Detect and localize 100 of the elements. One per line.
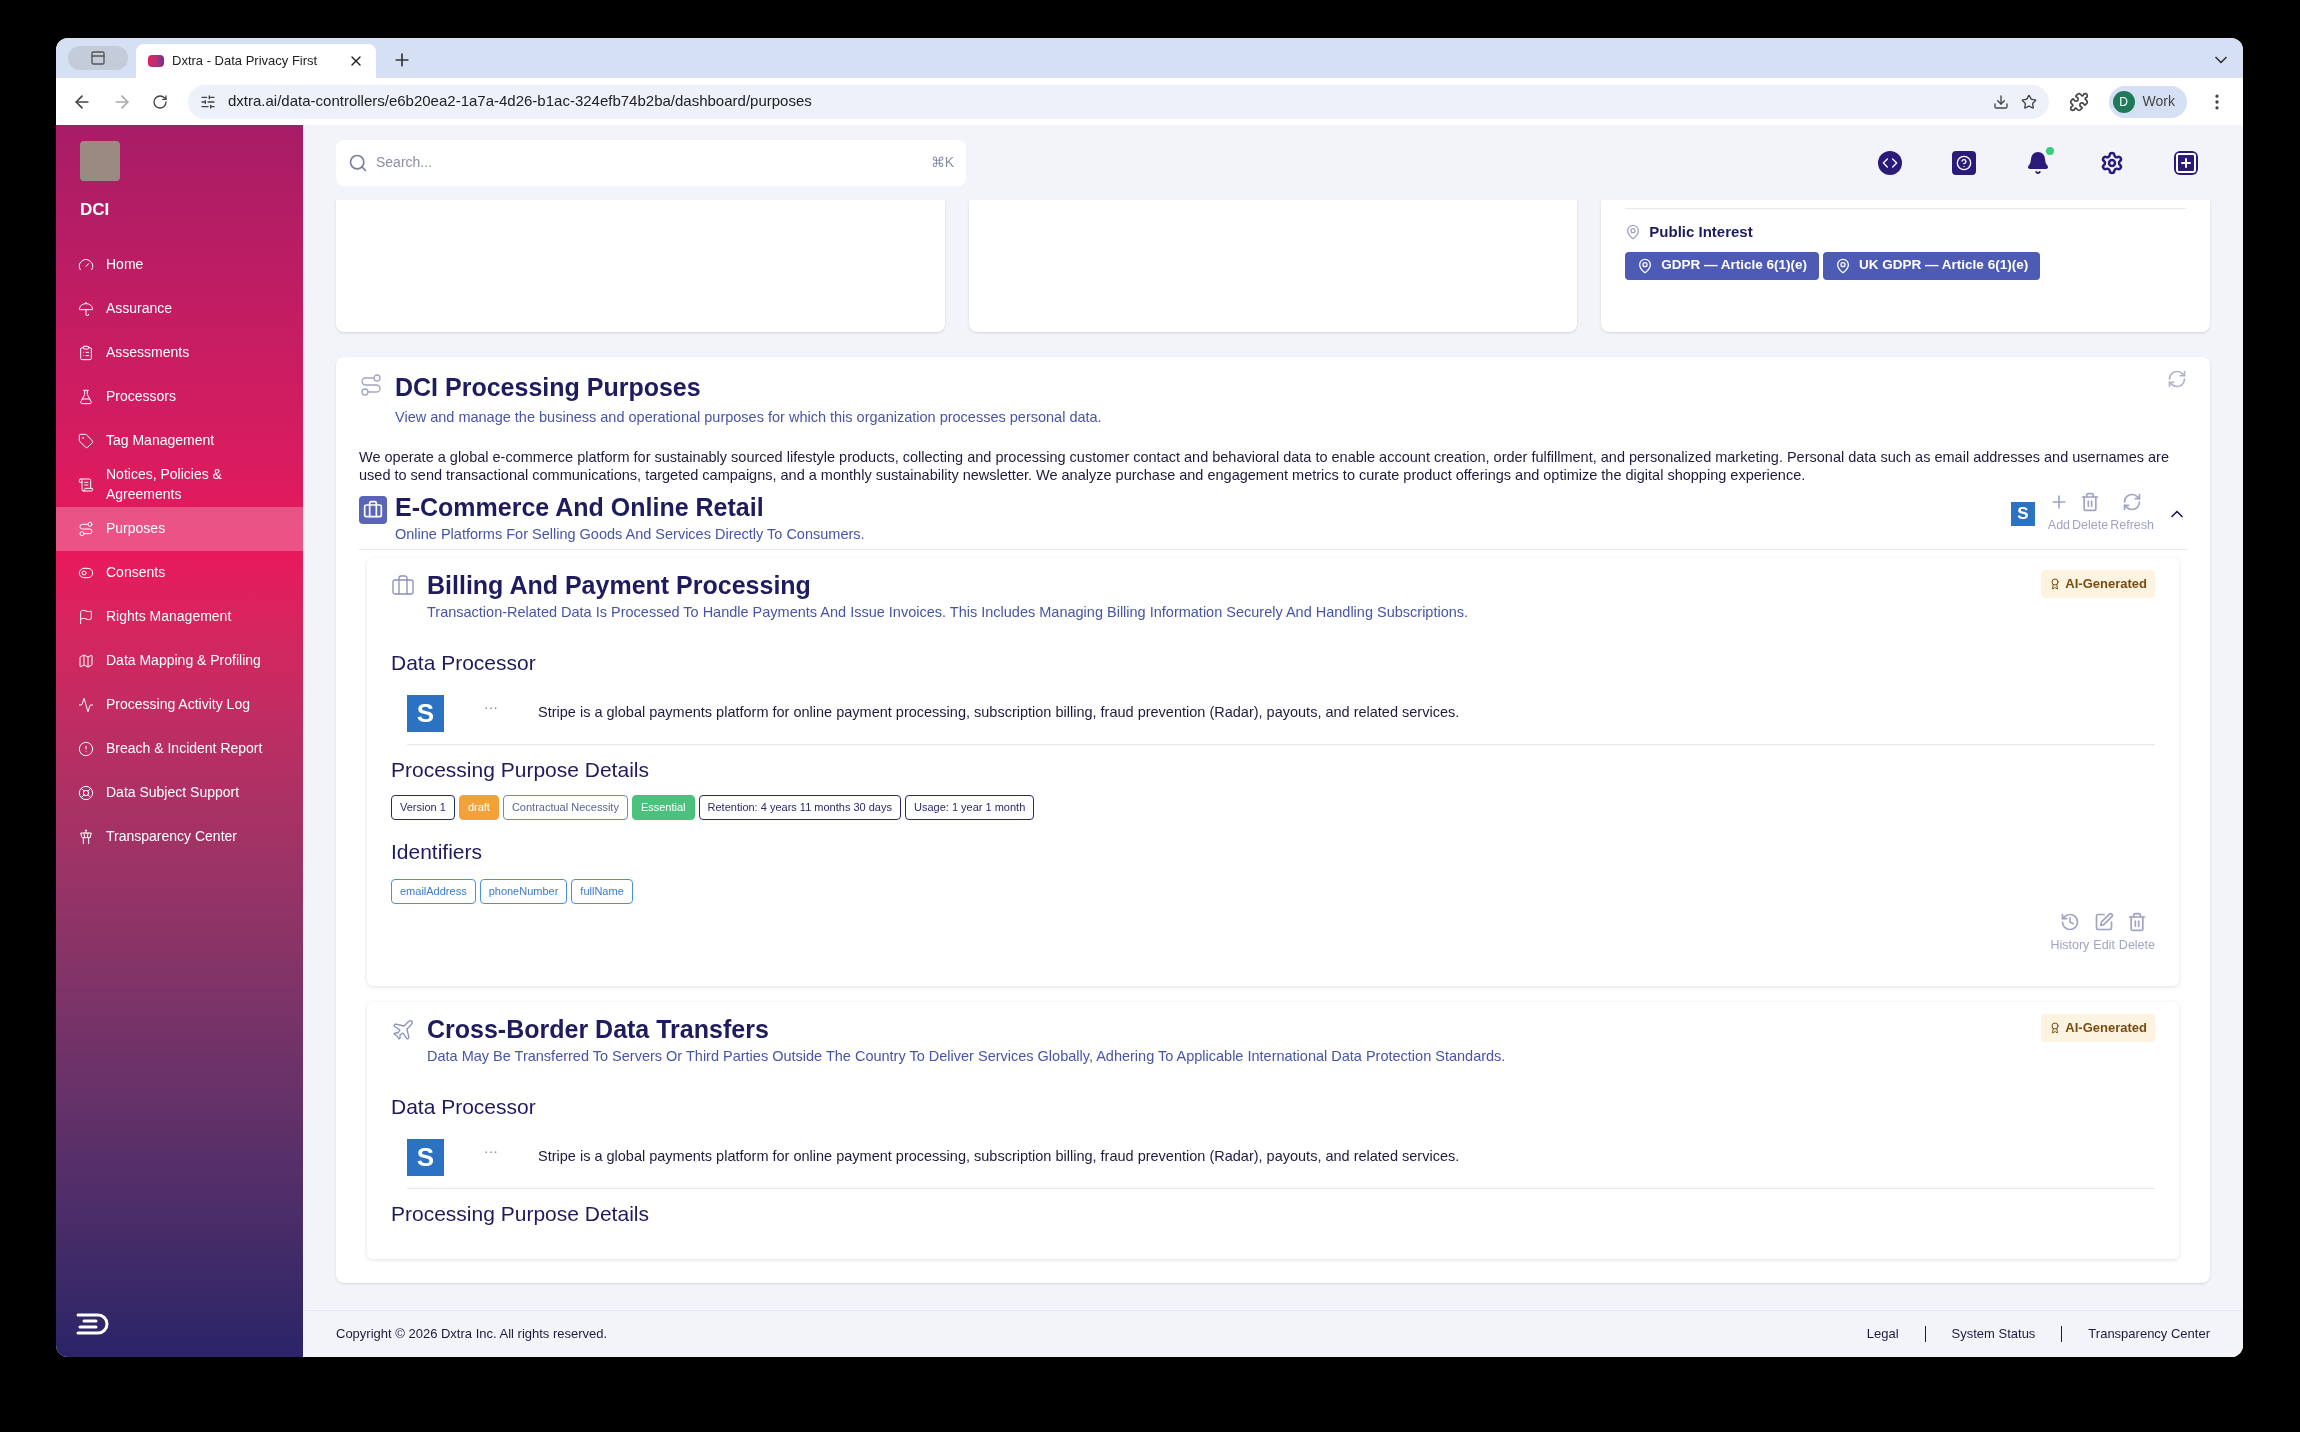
notifications-icon[interactable] <box>2026 150 2050 175</box>
search-input[interactable]: Search... <box>376 152 923 173</box>
processor-description: Stripe is a global payments platform for online payment processing, subscription billing, fraud prevention (Radar), payouts, and related services. <box>538 703 1460 723</box>
site-settings-icon <box>200 93 216 110</box>
sidebar-item[interactable]: Processors <box>56 374 303 419</box>
alert-icon <box>78 740 94 757</box>
sidebar-item[interactable]: Data Mapping & Profiling <box>56 638 303 683</box>
favicon-icon <box>148 55 164 67</box>
sidebar-item[interactable]: Data Subject Support <box>56 770 303 815</box>
sidebar-label: Transparency Center <box>106 826 237 846</box>
profile-avatar: D <box>2112 90 2135 113</box>
tag-icon <box>78 432 94 449</box>
code-icon[interactable] <box>1878 150 1902 175</box>
browser-tab[interactable]: Dxtra - Data Privacy First <box>136 44 376 78</box>
purpose-description: Data May Be Transferred To Servers Or Third Parties Outside The Country To Deliver Services Globally, Adhering To Applicable International Data Protection Standards. <box>427 1046 1506 1066</box>
section-heading: Processing Purpose Details <box>391 756 650 783</box>
sidebar-item[interactable]: Breach & Incident Report <box>56 726 303 771</box>
sidebar-label: Purposes <box>106 518 166 538</box>
sidebar-item[interactable]: Home <box>56 242 303 287</box>
purpose-tag: Usage: 1 year 1 month <box>905 795 1035 820</box>
pin-icon <box>1625 224 1642 241</box>
sidebar-label: Tag Management <box>106 430 215 450</box>
ai-generated-badge: AI-Generated <box>2041 570 2155 598</box>
tab-search-button[interactable] <box>68 46 128 70</box>
legal-basis-label: Public Interest <box>1649 222 1753 242</box>
pin-icon <box>1835 257 1852 274</box>
ai-generated-badge: AI-Generated <box>2041 1014 2155 1042</box>
sidebar-label: Consents <box>106 562 166 582</box>
section-title: DCI Processing Purposes <box>395 372 702 403</box>
clipboard-icon <box>78 344 94 361</box>
url-text: dxtra.ai/data-controllers/e6b20ea2-1a7a-4d26-b1ac-324efb74b2ba/dashboard/purposes <box>228 91 813 112</box>
processor-logo: S <box>2010 501 2035 526</box>
reload-icon[interactable] <box>152 93 168 110</box>
purpose-tag: Version 1 <box>391 795 455 820</box>
address-bar[interactable]: dxtra.ai/data-controllers/e6b20ea2-1a7a-4d26-b1ac-324efb74b2ba/dashboard/purposes <box>188 84 2049 119</box>
sidebar-label: Breach & Incident Report <box>106 738 263 758</box>
sidebar-label: Rights Management <box>106 606 232 626</box>
flag-icon <box>78 608 94 625</box>
edit-icon <box>2094 911 2115 932</box>
extensions-icon[interactable] <box>2068 91 2089 112</box>
sidebar-label: Notices, Policies & Agreements <box>106 465 223 504</box>
gauge-icon <box>78 256 94 273</box>
sidebar-label: Processing Activity Log <box>106 694 250 714</box>
identifier-tag: phoneNumber <box>479 879 568 904</box>
sidebar-item[interactable]: Processing Activity Log <box>56 682 303 727</box>
processor-description: Stripe is a global payments platform for online payment processing, subscription billing, fraud prevention (Radar), payouts, and related services. <box>538 1147 1460 1167</box>
sidebar-item[interactable]: Rights Management <box>56 594 303 639</box>
pin-icon <box>1637 257 1654 274</box>
purpose-tag: Retention: 4 years 11 months 30 days <box>698 795 901 820</box>
history-icon <box>2059 911 2080 932</box>
footer-link[interactable]: Transparency Center <box>2088 1324 2210 1344</box>
section-heading: Data Processor <box>391 650 537 677</box>
avatar-placeholder <box>80 141 120 181</box>
footer-link[interactable]: Legal <box>1866 1324 1899 1344</box>
copyright-text: Copyright © 2026 Dxtra Inc. All rights reserved. <box>336 1325 608 1344</box>
award-icon <box>2049 578 2062 590</box>
map-icon <box>78 652 94 669</box>
route-icon <box>359 373 383 397</box>
processor-logo: S <box>407 1138 444 1176</box>
sidebar-label: Home <box>106 254 144 274</box>
window-icon <box>90 50 106 66</box>
search-field[interactable]: Search... ⌘K <box>336 139 966 186</box>
add-icon[interactable] <box>2174 150 2198 175</box>
purpose-description: Transaction-Related Data Is Processed To Handle Payments And Issue Invoices. This Includes Managing Billing Information Securely And Handling Subscriptions. <box>427 602 1469 622</box>
umbrella-icon <box>78 300 94 317</box>
star-icon[interactable] <box>2020 93 2037 110</box>
route-icon <box>78 520 94 537</box>
lifebuoy-icon <box>78 784 94 801</box>
org-name: DCI <box>80 199 111 221</box>
category-title: E-Commerce And Online Retail <box>395 492 765 524</box>
sidebar-item[interactable]: Assessments <box>56 330 303 375</box>
sidebar-item[interactable]: Assurance <box>56 286 303 331</box>
settings-icon[interactable] <box>2100 150 2124 175</box>
refresh-icon <box>2122 492 2143 513</box>
sidebar-item[interactable]: Consents <box>56 550 303 595</box>
install-icon[interactable] <box>1992 93 2009 110</box>
purpose-tag: draft <box>458 795 499 820</box>
more-button[interactable]: ··· <box>484 1140 498 1162</box>
help-icon[interactable] <box>1952 150 1976 175</box>
purpose-title: Cross-Border Data Transfers <box>427 1014 770 1046</box>
search-icon <box>348 152 368 173</box>
more-button[interactable]: ··· <box>484 696 498 718</box>
award-icon <box>2049 1022 2062 1034</box>
sidebar-item[interactable]: Tag Management <box>56 418 303 463</box>
category-subtitle: Online Platforms For Selling Goods And Services Directly To Consumers. <box>395 524 865 544</box>
footer-link[interactable]: System Status <box>1951 1324 2036 1344</box>
sidebar-item[interactable]: Notices, Policies & Agreements <box>56 462 303 507</box>
profile-button[interactable]: D Work <box>2108 85 2187 118</box>
pulse-icon <box>78 696 94 713</box>
purpose-tag: Contractual Necessity <box>502 795 628 820</box>
sidebar-item[interactable]: Purposes <box>56 506 303 551</box>
trash-icon <box>2126 911 2147 932</box>
sidebar-item[interactable]: Transparency Center <box>56 814 303 859</box>
sidebar-label: Data Subject Support <box>106 782 240 802</box>
briefcase-icon <box>359 496 387 525</box>
section-heading: Processing Purpose Details <box>391 1200 650 1227</box>
sidebar-label: Processors <box>106 386 177 406</box>
tab-title: Dxtra - Data Privacy First <box>172 52 319 71</box>
shortcut-hint: ⌘K <box>930 153 954 172</box>
sidebar-label: Assurance <box>106 298 173 318</box>
